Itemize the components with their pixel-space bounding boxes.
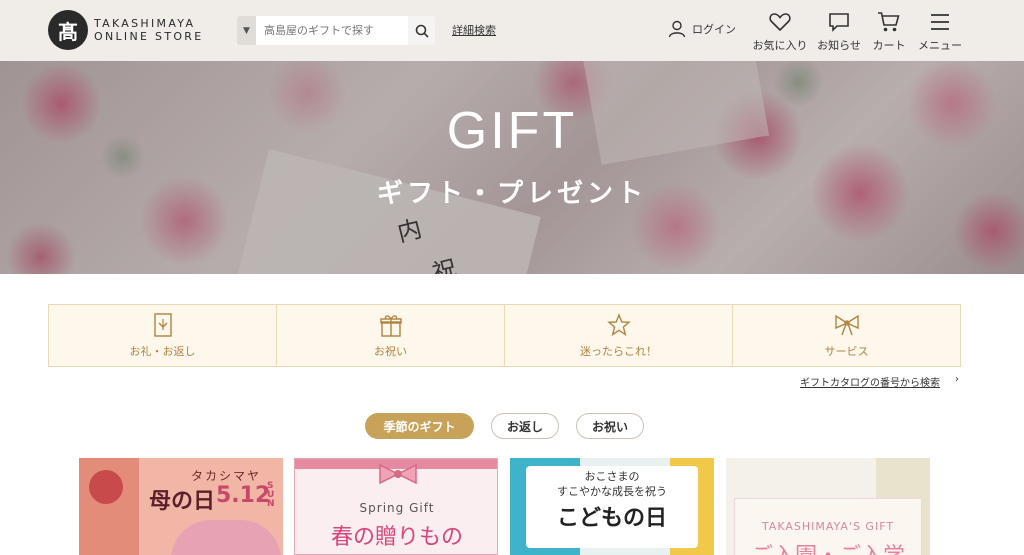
card-top-text: タカシマヤ [191, 469, 262, 483]
login-button[interactable]: ログイン [668, 20, 736, 38]
promo-card-childrens-day[interactable]: おこさまの すこやかな成長を祝う こどもの日 [510, 458, 714, 555]
promo-card-school-entry[interactable]: TAKASHIMAYA'S GIFT ご入園・ご入学 [726, 458, 930, 555]
category-thanks[interactable]: お礼・お返し [49, 305, 277, 366]
card-top-text: TAKASHIMAYA'S GIFT [761, 520, 895, 533]
hero-title: GIFT [446, 102, 578, 160]
card-top-text: おこさまの [584, 470, 640, 483]
category-celebration[interactable]: お祝い [277, 305, 505, 366]
search-icon [415, 24, 429, 38]
present-icon [379, 315, 402, 337]
card-main-text: こどもの日 [556, 506, 667, 531]
card-top-text-2: すこやかな成長を祝う [557, 485, 667, 498]
card-main-text: 春の贈りもの [330, 525, 463, 550]
promo-card-mothers-day[interactable]: タカシマヤ 母の日 5.12 SUN [79, 458, 283, 555]
logo-text: TAKASHIMAYA ONLINE STORE [94, 17, 204, 43]
card-illustration [89, 470, 123, 504]
login-label: ログイン [692, 23, 736, 36]
chat-icon [829, 13, 849, 32]
chevron-right-icon: › [955, 374, 959, 385]
tab-celebration[interactable]: お祝い [576, 413, 644, 439]
category-service[interactable]: サービス [733, 305, 960, 366]
card-top-text: Spring Gift [359, 501, 435, 515]
search-category-dropdown[interactable]: ▼ [237, 16, 256, 45]
search-bar: ▼ [237, 16, 435, 45]
card-main-text: ご入園・ご入学 [726, 538, 930, 555]
search-button[interactable] [408, 16, 435, 45]
menu-button[interactable]: メニュー [910, 10, 970, 53]
card-main-text: 母の日 [149, 489, 216, 514]
hero-subtitle: ギフト・プレゼント [376, 179, 647, 209]
logo-line1: TAKASHIMAYA [94, 17, 196, 30]
cart-icon [878, 12, 900, 32]
catalog-number-search-link[interactable]: ギフトカタログの番号から検索 [800, 374, 940, 389]
card-date-text: 5.12 [216, 483, 271, 508]
category-label: お祝い [374, 345, 407, 358]
heart-icon [769, 13, 791, 32]
search-input[interactable] [256, 16, 408, 45]
category-recommend[interactable]: 迷ったらこれ！ [505, 305, 733, 366]
category-nav: お礼・お返し お祝い 迷ったらこれ！ サービス [48, 304, 961, 367]
site-header: 髙 TAKASHIMAYA ONLINE STORE ▼ 詳細検索 ログイン お… [0, 0, 1024, 61]
favorites-button[interactable]: お気に入り [750, 10, 810, 53]
logo-line2: ONLINE STORE [94, 30, 204, 43]
category-label: サービス [824, 345, 869, 358]
bow-icon [379, 463, 417, 485]
menu-icon [931, 14, 949, 30]
user-icon [668, 20, 686, 38]
site-logo[interactable]: 髙 TAKASHIMAYA ONLINE STORE [48, 10, 204, 50]
card-flower-decoration [171, 520, 281, 555]
menu-label: メニュー [918, 39, 962, 52]
category-label: 迷ったらこれ！ [580, 345, 657, 358]
tab-return-gift[interactable]: お返し [491, 413, 559, 439]
ribbon-icon [834, 314, 859, 336]
card-day-text: SUN [267, 481, 275, 509]
favorites-label: お気に入り [752, 39, 808, 52]
category-label: お礼・お返し [129, 345, 196, 358]
logo-mark-icon: 髙 [48, 10, 88, 50]
detail-search-link[interactable]: 詳細検索 [452, 22, 496, 38]
hero-overlay [0, 61, 1024, 274]
gift-card-icon [153, 313, 172, 337]
tab-seasonal-gift[interactable]: 季節のギフト [365, 413, 474, 439]
star-icon [606, 313, 631, 337]
promo-card-spring-gift[interactable]: Spring Gift 春の贈りもの [294, 458, 498, 555]
hero-banner: 内 祝 GIFT ギフト・プレゼント [0, 61, 1024, 274]
